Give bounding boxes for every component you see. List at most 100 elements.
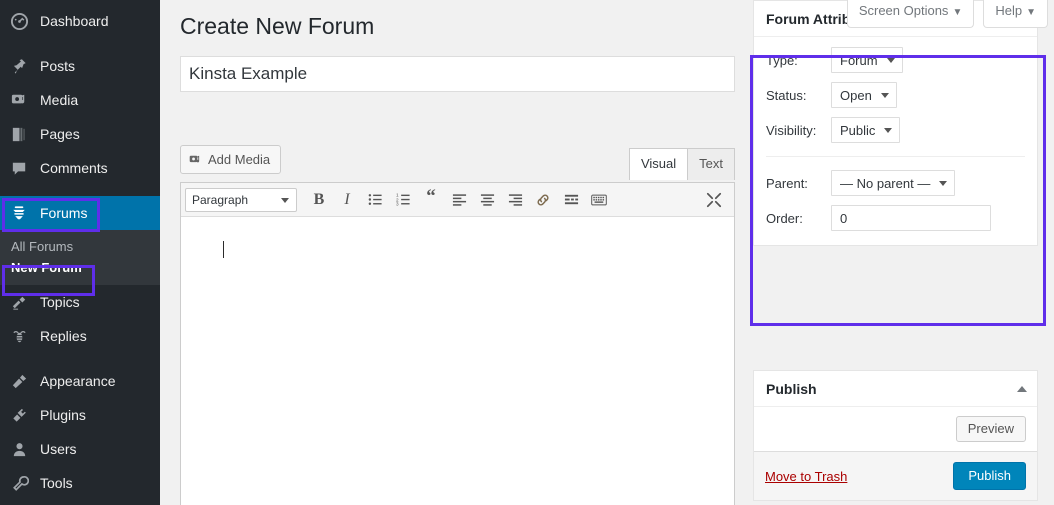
sidebar-item-all-forums[interactable]: All Forums [0,236,160,257]
insert-link-icon[interactable] [529,186,557,214]
blockquote-button[interactable]: “ [417,186,445,214]
forums-submenu: All Forums New Forum [0,230,160,285]
keyboard-shortcuts-icon[interactable] [585,186,613,214]
sidebar-item-label: Dashboard [34,13,109,29]
sidebar-item-label: Users [34,441,77,457]
sidebar-item-label: Topics [34,294,80,310]
sidebar-item-label: Appearance [34,373,116,389]
visibility-label: Visibility: [766,123,831,138]
align-left-button[interactable] [445,186,473,214]
dashboard-icon [10,11,34,31]
sidebar-item-label: Forums [34,205,87,221]
appearance-icon [10,371,34,391]
sidebar-item-tools[interactable]: Tools [0,466,160,500]
forum-status-select[interactable]: Open [831,82,897,108]
menu-separator [0,353,160,364]
attribute-row-status: Status: Open [766,82,1025,108]
menu-separator [0,38,160,49]
preview-button[interactable]: Preview [956,416,1026,442]
paragraph-format-select[interactable]: Paragraph [185,188,297,212]
status-label: Status: [766,88,831,103]
chevron-down-icon: ▼ [1026,7,1036,18]
add-media-icon [189,153,203,167]
align-center-button[interactable] [473,186,501,214]
forum-order-input[interactable] [831,205,991,231]
comments-icon [10,158,34,178]
chevron-down-icon: ▼ [952,7,962,18]
bold-button[interactable]: B [305,186,333,214]
chevron-down-icon [281,198,289,203]
bullet-list-button[interactable] [361,186,389,214]
menu-separator [0,185,160,196]
publish-panel: Publish Preview Move to Trash Publish [753,370,1038,501]
sidebar-item-appearance[interactable]: Appearance [0,364,160,398]
forum-type-select[interactable]: Forum [831,47,903,73]
media-icon [10,90,34,110]
sidebar-item-posts[interactable]: Posts [0,49,160,83]
sidebar-item-label: Tools [34,475,73,491]
sidebar-item-forums[interactable]: Forums [0,196,160,230]
attribute-row-parent: Parent: — No parent — [766,170,1025,196]
editor-content-area[interactable] [181,217,734,505]
publish-button[interactable]: Publish [953,462,1026,490]
text-cursor [223,241,224,258]
screen-options-button[interactable]: Screen Options▼ [847,0,975,28]
editor-mode-tabs: Visual Text [629,148,735,180]
tab-visual[interactable]: Visual [629,148,688,180]
move-to-trash-link[interactable]: Move to Trash [765,469,847,484]
forum-attributes-body: Type: Forum Status: Open Visibility: [754,37,1037,245]
panel-title: Publish [766,381,817,397]
sidebar-item-pages[interactable]: Pages [0,117,160,151]
paragraph-format-value: Paragraph [192,193,248,207]
attributes-divider [766,156,1025,157]
forum-type-value: Forum [840,53,878,68]
forum-parent-select[interactable]: — No parent — [831,170,955,196]
sidebar-item-label: Posts [34,58,75,74]
plugins-icon [10,405,34,425]
svg-text:3: 3 [396,202,399,207]
help-button[interactable]: Help▼ [983,0,1048,28]
add-media-button[interactable]: Add Media [180,145,281,174]
chevron-down-icon [881,93,889,98]
replies-icon [10,326,34,346]
publish-minor-actions: Preview [754,407,1037,452]
sidebar-item-replies[interactable]: Replies [0,319,160,353]
sidebar-item-media[interactable]: Media [0,83,160,117]
attribute-row-order: Order: [766,205,1025,231]
sidebar-item-label: Pages [34,126,80,142]
page-title: Create New Forum [180,12,374,42]
content-editor: Paragraph B I 123 “ [180,182,735,505]
chevron-up-icon[interactable] [1017,386,1027,392]
align-right-button[interactable] [501,186,529,214]
screen-options-label: Screen Options [859,3,949,18]
forum-title-input[interactable] [180,56,735,92]
forum-visibility-value: Public [840,123,875,138]
numbered-list-button[interactable]: 123 [389,186,417,214]
sidebar-item-new-forum[interactable]: New Forum [0,257,160,278]
publish-header[interactable]: Publish [754,371,1037,407]
fullscreen-button[interactable] [700,186,728,214]
publish-major-actions: Move to Trash Publish [754,452,1037,500]
screen-meta-links: Screen Options▼ Help▼ [847,0,1048,28]
tab-text[interactable]: Text [688,148,735,180]
read-more-button[interactable] [557,186,585,214]
chevron-down-icon [939,181,947,186]
sidebar-item-plugins[interactable]: Plugins [0,398,160,432]
forum-attributes-panel: Forum Attributes Type: Forum Status: Ope… [753,0,1038,246]
pin-icon [10,56,34,76]
topics-icon [10,292,34,312]
attribute-row-visibility: Visibility: Public [766,117,1025,143]
editor-toolbar: Paragraph B I 123 “ [181,183,734,217]
sidebar-item-comments[interactable]: Comments [0,151,160,185]
wp-admin-screen: Dashboard Posts Media Pages Commen [0,0,1054,505]
forum-parent-value: — No parent — [840,176,930,191]
chevron-down-icon [884,128,892,133]
admin-sidebar: Dashboard Posts Media Pages Commen [0,0,160,505]
sidebar-item-topics[interactable]: Topics [0,285,160,319]
forum-visibility-select[interactable]: Public [831,117,900,143]
sidebar-item-label: Media [34,92,78,108]
sidebar-item-dashboard[interactable]: Dashboard [0,4,160,38]
type-label: Type: [766,53,831,68]
sidebar-item-users[interactable]: Users [0,432,160,466]
italic-button[interactable]: I [333,186,361,214]
